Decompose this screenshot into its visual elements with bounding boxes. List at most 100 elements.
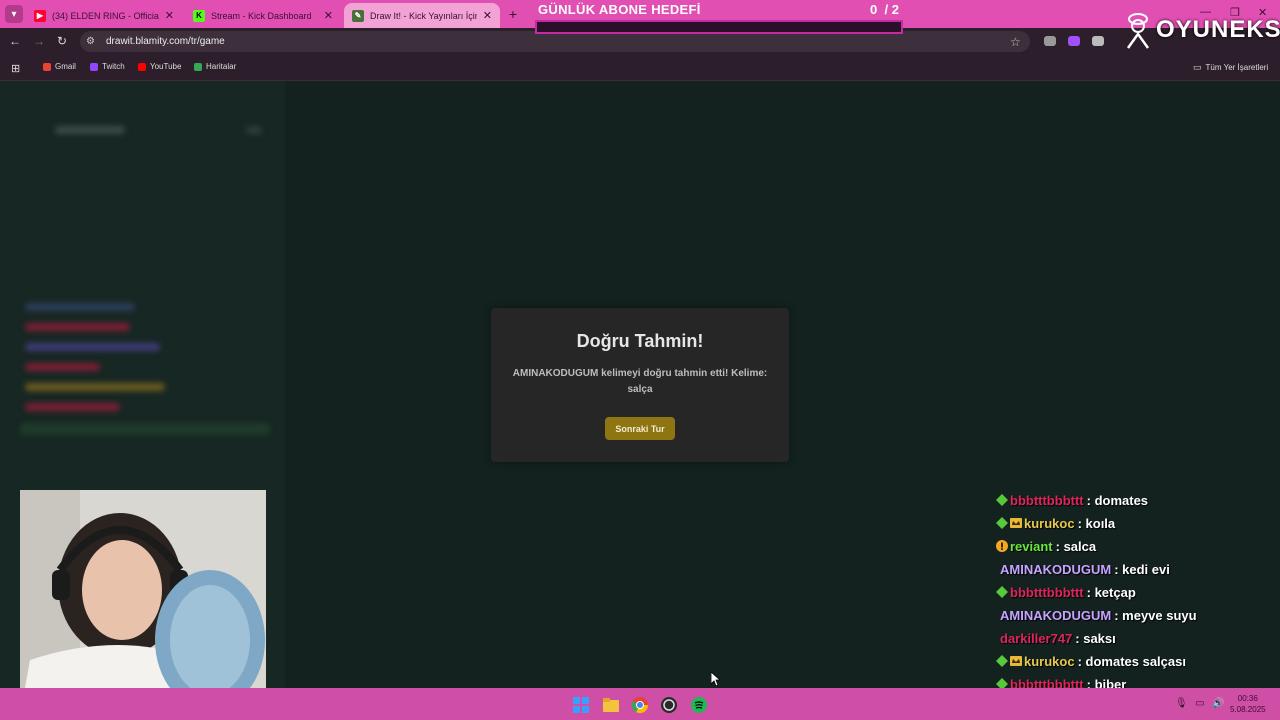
- channel-logo: OYUNEKS: [1122, 10, 1280, 50]
- chat-message: kurukoc: domates salçası: [996, 651, 1186, 671]
- forward-icon[interactable]: →: [33, 34, 45, 48]
- file-explorer-icon[interactable]: [603, 697, 619, 713]
- bookmark-twitch[interactable]: Twitch: [90, 62, 125, 71]
- crown-badge-icon: [1010, 655, 1022, 667]
- blurred-player-row: [25, 303, 135, 311]
- chat-text: : ketçap: [1086, 584, 1136, 600]
- reload-icon[interactable]: ↻: [57, 34, 67, 48]
- chat-username[interactable]: kurukoc: [1024, 654, 1075, 669]
- youtube-icon: [138, 62, 146, 71]
- subscriber-goal-title: GÜNLÜK ABONE HEDEFİ: [538, 2, 701, 17]
- twitch-icon: [90, 62, 98, 71]
- chat-message: AMINAKODUGUM: kedi evi: [996, 559, 1170, 579]
- obs-icon[interactable]: [661, 697, 677, 713]
- chat-username[interactable]: reviant: [1010, 539, 1053, 554]
- mascot-icon: [1126, 13, 1150, 49]
- bookmark-label: Gmail: [55, 62, 76, 71]
- blurred-player-row: [20, 423, 270, 435]
- correct-guess-dialog: Doğru Tahmin! AMINAKODUGUM kelimeyi doğr…: [491, 308, 789, 462]
- dialog-message: AMINAKODUGUM kelimeyi doğru tahmin etti!…: [512, 368, 768, 395]
- chat-text: : domates: [1086, 492, 1149, 508]
- clock-date: 5.08.2025: [1230, 705, 1266, 714]
- extensions-puzzle-icon[interactable]: [1092, 36, 1104, 46]
- logo-text: OYUNEKS: [1156, 16, 1280, 43]
- blurred-player-row: [25, 363, 100, 371]
- bookmark-maps[interactable]: Haritalar: [194, 62, 236, 71]
- mouse-cursor-icon: [711, 672, 721, 686]
- site-info-icon[interactable]: ⚙: [86, 36, 100, 47]
- diamond-badge-icon: [996, 655, 1008, 667]
- tab-title: (34) ELDEN RING - Official Gam: [52, 10, 159, 21]
- next-round-button[interactable]: Sonraki Tur: [605, 417, 675, 440]
- bookmark-gmail[interactable]: Gmail: [43, 62, 76, 71]
- chat-username[interactable]: bbbtttbbbttt: [1010, 585, 1084, 600]
- chat-message: bbbtttbbbttt: domates: [996, 490, 1148, 510]
- chrome-icon[interactable]: [632, 697, 648, 713]
- bookmark-label: Twitch: [102, 62, 125, 71]
- extension-icon[interactable]: [1068, 36, 1080, 46]
- folder-icon: ▭: [1193, 62, 1202, 72]
- blurred-player-row: [25, 323, 130, 331]
- tab-elden-ring[interactable]: ▶ (34) ELDEN RING - Official Gam ✕: [26, 3, 182, 28]
- diamond-badge-icon: [996, 494, 1008, 506]
- close-tab-icon[interactable]: ✕: [483, 9, 492, 22]
- tab-title: Draw It! - Kick Yayınları İçin Çizi: [370, 10, 477, 21]
- windows-start-icon[interactable]: [573, 697, 589, 713]
- tab-draw-it[interactable]: ✎ Draw It! - Kick Yayınları İçin Çizi ✕: [344, 3, 500, 28]
- crown-badge-icon: [1010, 517, 1022, 529]
- spotify-icon[interactable]: [691, 697, 707, 713]
- all-bookmarks-folder[interactable]: ▭ Tüm Yer İşaretleri: [1193, 62, 1268, 73]
- chat-username[interactable]: bbbtttbbbttt: [1010, 493, 1084, 508]
- new-tab-button[interactable]: +: [504, 5, 522, 23]
- diamond-badge-icon: [996, 586, 1008, 598]
- address-bar[interactable]: ⚙ drawit.blamity.com/tr/game: [80, 31, 1030, 52]
- all-bookmarks-label: Tüm Yer İşaretleri: [1205, 63, 1269, 72]
- bookmarks-bar: ⊞ Gmail Twitch YouTube Haritalar ▭ Tüm Ye…: [0, 55, 1280, 81]
- volume-icon[interactable]: 🔊: [1212, 698, 1224, 709]
- blurred-player-row: [25, 403, 120, 411]
- chat-text: : koıla: [1077, 515, 1116, 531]
- close-tab-icon[interactable]: ✕: [165, 9, 174, 22]
- tab-kick-dashboard[interactable]: K Stream - Kick Dashboard ✕: [185, 3, 341, 28]
- clock-time: 00:36: [1237, 694, 1258, 703]
- bookmark-star-icon[interactable]: ☆: [1010, 35, 1021, 49]
- tab-title: Stream - Kick Dashboard: [211, 10, 312, 21]
- tab-search-button[interactable]: ▾: [5, 5, 23, 23]
- blurred-room-title: [55, 126, 125, 134]
- extension-icon[interactable]: [1044, 36, 1056, 46]
- chat-message: reviant: salca: [996, 536, 1096, 556]
- gmail-icon: [43, 62, 51, 71]
- blurred-player-row: [25, 343, 160, 351]
- bookmark-youtube[interactable]: YouTube: [138, 62, 181, 71]
- chat-message: darkiller747: saksı: [996, 628, 1116, 648]
- webcam-feed: [20, 490, 266, 716]
- bookmark-label: Haritalar: [206, 62, 237, 71]
- apps-grid-icon[interactable]: ⊞: [11, 62, 20, 75]
- network-icon[interactable]: ▭: [1195, 698, 1204, 709]
- chat-username[interactable]: AMINAKODUGUM: [1000, 608, 1111, 623]
- chat-message: AMINAKODUGUM: meyve suyu: [996, 605, 1197, 625]
- chat-text: : salca: [1055, 538, 1097, 554]
- bookmark-label: YouTube: [150, 62, 182, 71]
- close-tab-icon[interactable]: ✕: [324, 9, 333, 22]
- chat-text: : meyve suyu: [1114, 607, 1197, 623]
- youtube-icon: ▶: [34, 9, 46, 22]
- chat-message: bbbtttbbbttt: ketçap: [996, 582, 1136, 602]
- chat-username[interactable]: AMINAKODUGUM: [1000, 562, 1111, 577]
- subscriber-goal-count: 0 / 2: [870, 2, 899, 17]
- dialog-title: Doğru Tahmin!: [576, 331, 704, 351]
- blurred-icon: [246, 126, 262, 134]
- back-icon[interactable]: ←: [9, 34, 21, 48]
- kick-icon: K: [193, 9, 205, 22]
- brush-icon: ✎: [352, 9, 364, 22]
- diamond-badge-icon: [996, 517, 1008, 529]
- chat-message: kurukoc: koıla: [996, 513, 1115, 533]
- url-text: drawit.blamity.com/tr/game: [106, 36, 225, 47]
- goal-target: / 2: [884, 2, 899, 17]
- chat-username[interactable]: darkiller747: [1000, 631, 1072, 646]
- microphone-icon[interactable]: 🎙: [1175, 698, 1188, 709]
- system-clock[interactable]: 00:36 5.08.2025: [1230, 693, 1266, 715]
- subscriber-goal-bar: [535, 20, 903, 34]
- chat-text: : domates salçası: [1077, 653, 1186, 669]
- chat-username[interactable]: kurukoc: [1024, 516, 1075, 531]
